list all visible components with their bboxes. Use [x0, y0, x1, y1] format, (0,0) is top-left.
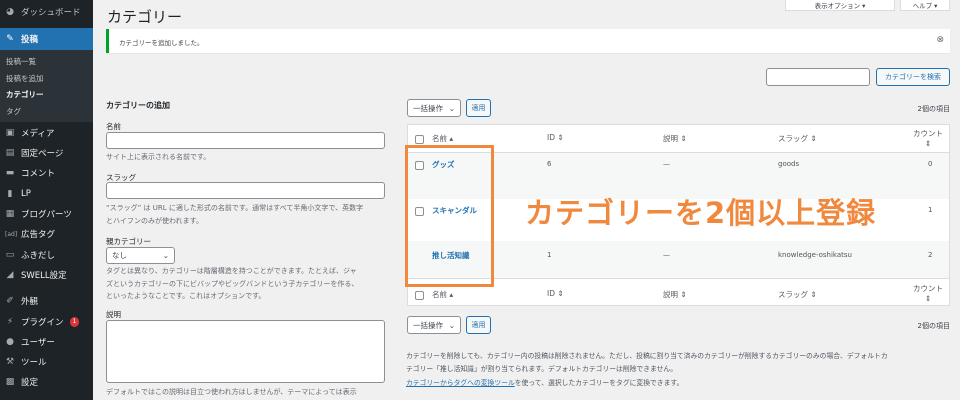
add-category-heading: カテゴリーの追加: [106, 101, 170, 110]
slug-input[interactable]: [106, 182, 385, 199]
category-id: 1: [547, 251, 552, 259]
submenu-tags[interactable]: タグ: [6, 106, 21, 117]
column-id-footer[interactable]: ID ⇕: [547, 289, 564, 298]
menu-dashboard[interactable]: ◕ ダッシュボード: [0, 2, 93, 22]
parent-select[interactable]: なし ⌄: [106, 247, 175, 264]
parent-label: 親カテゴリー: [106, 237, 151, 246]
posts-submenu: 投稿一覧 投稿を追加 カテゴリー タグ: [0, 50, 93, 122]
annotation-overlay-text: カテゴリーを2個以上登録: [525, 196, 877, 230]
menu-swell-settings[interactable]: ◢ SWELL設定: [0, 265, 93, 285]
category-description: —: [663, 160, 670, 168]
document-icon: ▮: [7, 189, 13, 199]
select-all-checkbox-footer[interactable]: [415, 291, 424, 300]
menu-posts[interactable]: ✎ 投稿: [0, 28, 93, 50]
name-help: サイト上に表示される名前です。: [106, 153, 211, 161]
menu-users[interactable]: ● ユーザー: [0, 332, 93, 352]
chevron-down-icon: ⌄: [162, 251, 169, 260]
ad-icon: [ad]: [5, 230, 18, 238]
category-tag-converter-link[interactable]: カテゴリーからタグへの変換ツール: [406, 379, 515, 387]
speech-bubble-icon: ▭: [5, 250, 15, 260]
category-notes: カテゴリーを削除しても、カテゴリー内の投稿は削除されません。ただし、投稿に割り当…: [406, 352, 888, 387]
category-slug: knowledge-oshikatsu: [778, 251, 852, 259]
column-id[interactable]: ID ⇕: [547, 133, 564, 142]
menu-comments[interactable]: ▬ コメント: [0, 163, 93, 183]
menu-settings[interactable]: ▩ 設定: [0, 372, 93, 392]
comment-icon: ▬: [5, 168, 15, 178]
highlight-box: [405, 145, 494, 287]
page-icon: ▤: [5, 148, 15, 158]
category-description: —: [663, 251, 670, 259]
chevron-down-icon: ⌄: [448, 320, 455, 330]
column-name-footer[interactable]: 名前 ▴: [432, 289, 453, 300]
description-help: デフォルトではこの説明は目立つ使われ方はしませんが、テーマによっては表示: [106, 388, 357, 396]
column-slug-footer[interactable]: スラッグ ⇕: [778, 289, 817, 300]
appearance-icon: ✐: [6, 296, 14, 306]
user-icon: ●: [6, 337, 14, 347]
plugin-icon: ⚡: [6, 317, 14, 327]
notice-text: カテゴリーを追加しました。: [119, 39, 204, 47]
chevron-down-icon: ⌄: [448, 103, 455, 113]
category-slug: goods: [778, 160, 800, 168]
settings-icon: ▩: [5, 377, 15, 387]
select-all-checkbox[interactable]: [415, 135, 424, 144]
slug-help: “スラッグ” は URL に適した形式の名前です。通常はすべて半角小文字で、英数…: [106, 204, 364, 225]
column-description-footer[interactable]: 説明 ⇕: [663, 289, 687, 300]
menu-plugins[interactable]: ⚡ プラグイン 1: [0, 312, 93, 332]
submenu-categories[interactable]: カテゴリー: [6, 89, 44, 100]
swell-icon: ◢: [6, 270, 14, 280]
dismiss-icon[interactable]: ⊗: [936, 35, 944, 45]
search-categories-button[interactable]: カテゴリーを検索: [876, 68, 950, 86]
column-description[interactable]: 説明 ⇕: [663, 133, 687, 144]
menu-tools[interactable]: ⚒ ツール: [0, 352, 93, 372]
menu-media[interactable]: ▣ メディア: [0, 123, 93, 143]
page-title: カテゴリー: [107, 8, 183, 26]
submenu-all-posts[interactable]: 投稿一覧: [6, 56, 36, 67]
success-notice: カテゴリーを追加しました。 ⊗: [106, 29, 950, 53]
dashboard-icon: ◕: [6, 7, 14, 17]
admin-sidebar: ◕ ダッシュボード ✎ 投稿 投稿一覧 投稿を追加 カテゴリー タグ ▣ メディア ▤…: [0, 0, 93, 400]
menu-balloons[interactable]: ▭ ふきだし: [0, 245, 93, 265]
menu-blog-parts[interactable]: ▦ ブログパーツ: [0, 204, 93, 224]
name-input[interactable]: [106, 132, 385, 149]
parent-help: タグとは異なり、カテゴリーは階層構造を持つことができます。たとえば、ジャ ズという…: [106, 267, 359, 300]
item-count-top: 2個の項目: [917, 105, 950, 113]
pin-icon: ✎: [6, 34, 14, 44]
blog-parts-icon: ▦: [5, 209, 15, 219]
menu-lp[interactable]: ▮ LP: [0, 184, 93, 204]
category-id: 6: [547, 160, 552, 168]
submenu-add-post[interactable]: 投稿を追加: [6, 73, 44, 84]
menu-pages[interactable]: ▤ 固定ページ: [0, 143, 93, 163]
item-count-bottom: 2個の項目: [917, 322, 950, 330]
screen-options-button[interactable]: 表示オプション ▾: [785, 0, 895, 11]
bulk-action-select-bottom[interactable]: 一括操作 ⌄: [407, 316, 461, 334]
menu-appearance[interactable]: ✐ 外観: [0, 291, 93, 311]
description-textarea[interactable]: [106, 320, 385, 383]
category-search-input[interactable]: [766, 68, 870, 86]
column-count[interactable]: カウント ⇕: [913, 129, 943, 149]
media-icon: ▣: [5, 128, 15, 138]
column-slug[interactable]: スラッグ ⇕: [778, 133, 817, 144]
category-count: 1: [928, 206, 933, 214]
column-name[interactable]: 名前 ▴: [432, 133, 453, 144]
bulk-action-select-top[interactable]: 一括操作 ⌄: [407, 99, 461, 117]
category-count: 2: [928, 251, 933, 259]
description-label: 説明: [106, 310, 121, 319]
name-label: 名前: [106, 122, 121, 131]
help-button[interactable]: ヘルプ ▾: [900, 0, 950, 11]
category-count: 0: [928, 160, 933, 168]
plugin-update-badge: 1: [69, 317, 80, 327]
apply-button-top[interactable]: 適用: [466, 99, 491, 117]
wrench-icon: ⚒: [5, 357, 15, 367]
column-count-footer[interactable]: カウント ⇕: [913, 284, 943, 304]
menu-ad-tags[interactable]: [ad] 広告タグ: [0, 224, 93, 244]
apply-button-bottom[interactable]: 適用: [466, 316, 491, 334]
